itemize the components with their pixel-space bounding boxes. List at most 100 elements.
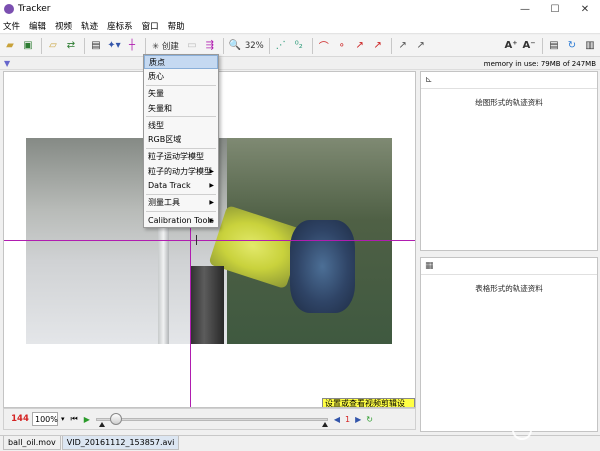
toolbar-divider: [542, 37, 543, 54]
menu-item-vector-sum[interactable]: 矢量和: [144, 101, 218, 115]
refresh-icon[interactable]: ↻: [564, 37, 580, 55]
zoom-field[interactable]: 100%: [32, 412, 58, 426]
menu-item-point-mass[interactable]: 质点: [144, 55, 218, 70]
menu-item-label: Calibration Tools: [148, 215, 214, 225]
menu-file[interactable]: 文件: [3, 20, 20, 32]
minimize-button[interactable]: —: [510, 0, 540, 18]
zoom-level[interactable]: 32%: [245, 37, 264, 55]
loop-icon[interactable]: ↻: [366, 415, 373, 424]
coordinate-axis-x[interactable]: [4, 240, 415, 241]
create-menu: 质点 质心 矢量 矢量和 线型 RGB区域 粒子运动学模型 粒子的动力学模型 ▶ …: [143, 54, 219, 229]
toolbar-divider: [84, 37, 85, 54]
plot-icon[interactable]: ⊾: [425, 75, 433, 85]
table-message: 表格形式的轨迹资料: [475, 284, 543, 293]
menu-separator: [146, 193, 216, 195]
end-marker[interactable]: [321, 422, 328, 427]
menu-item-label: Data Track: [148, 181, 191, 191]
step-back-button[interactable]: ◀: [334, 415, 340, 424]
filter-icon[interactable]: ▼: [4, 59, 10, 68]
menu-edit[interactable]: 编辑: [29, 20, 46, 32]
tracker-app-icon: [4, 4, 14, 14]
menu-help[interactable]: 帮助: [168, 20, 185, 32]
menu-item-calibration-tools[interactable]: Calibration Tools ▶: [144, 213, 218, 227]
player-bar: 144 100% ▾ ⏮ ▶ ◀ 1 ▶ ↻: [3, 408, 416, 430]
zoom-icon[interactable]: 🔍: [227, 37, 243, 55]
toolbar-divider: [41, 37, 42, 54]
labels-icon[interactable]: ⁰₂: [291, 37, 307, 55]
window-title: Tracker: [18, 4, 51, 14]
tab-ball-oil[interactable]: ball_oil.mov: [3, 436, 61, 450]
toolbar-divider: [145, 37, 146, 54]
plot-message: 绘图形式的轨迹资料: [475, 98, 543, 107]
submenu-arrow-icon: ▶: [209, 167, 214, 175]
menu-separator: [146, 84, 216, 86]
font-larger-icon[interactable]: A⁺: [503, 37, 519, 55]
menu-track[interactable]: 轨迹: [81, 20, 98, 32]
acceleration-icon[interactable]: ↗: [370, 37, 386, 55]
menu-separator: [146, 147, 216, 149]
toolbar-divider: [222, 37, 224, 54]
window-controls: — ☐ ✕: [510, 0, 600, 18]
video-settings-icon[interactable]: ⇄: [63, 37, 79, 55]
frame-number[interactable]: 144: [8, 414, 32, 424]
desktop-icon[interactable]: ▥: [582, 37, 598, 55]
toolbar: ▰ ▣ ▱ ⇄ ▤ ✦▾ ┼ ✳ 创建 ▭ ⇶ 🔍 32% ⋰ ⁰₂ ⌒ ∘ ↗…: [0, 35, 600, 57]
plot-panel[interactable]: ⊾ 绘图形式的轨迹资料: [420, 71, 598, 251]
axis-tick: [196, 235, 197, 245]
menu-separator: [146, 210, 216, 212]
position-icon[interactable]: ∘: [334, 37, 350, 55]
menu-bar: 文件 编辑 视频 轨迹 座标系 窗口 帮助: [0, 18, 600, 34]
table-icon[interactable]: ▦: [425, 261, 434, 271]
clip-settings-icon[interactable]: ▤: [88, 37, 104, 55]
toolbar-divider: [390, 37, 392, 54]
submenu-arrow-icon: ▶: [209, 182, 214, 190]
memory-status: memory in use: 79MB of 247MB: [483, 59, 596, 68]
video-tabs: ball_oil.mov VID_20161112_153857.avi: [0, 435, 600, 451]
step-size[interactable]: 1: [345, 415, 350, 424]
calibration-icon[interactable]: ✦▾: [106, 37, 122, 55]
track-control-icon[interactable]: ▭: [184, 37, 200, 55]
save-icon[interactable]: ▣: [20, 37, 36, 55]
close-button[interactable]: ✕: [570, 0, 600, 18]
menu-item-rgb-region[interactable]: RGB区域: [144, 132, 218, 146]
stretch-accel-icon[interactable]: ↗: [413, 37, 429, 55]
table-panel[interactable]: ▦ 表格形式的轨迹资料: [420, 257, 598, 432]
submenu-arrow-icon: ▶: [209, 216, 214, 224]
menu-window[interactable]: 窗口: [142, 20, 159, 32]
menu-item-vector[interactable]: 矢量: [144, 87, 218, 101]
open-video-icon[interactable]: ▱: [45, 37, 61, 55]
autotracker-icon[interactable]: ⇶: [202, 37, 218, 55]
menu-item-dynamic-model[interactable]: 粒子的动力学模型 ▶: [144, 164, 218, 178]
velocity-icon[interactable]: ↗: [352, 37, 368, 55]
table-header: ▦: [421, 258, 597, 275]
maximize-button[interactable]: ☐: [540, 0, 570, 18]
play-icon[interactable]: ▶: [84, 415, 90, 424]
menu-coords[interactable]: 座标系: [107, 20, 133, 32]
start-marker[interactable]: [98, 422, 105, 427]
path-icon[interactable]: ⌒: [316, 37, 332, 55]
menu-item-kinematic-model[interactable]: 粒子运动学模型: [144, 150, 218, 164]
toolbar-divider: [268, 37, 270, 54]
slider-knob[interactable]: [109, 413, 122, 425]
axes-icon[interactable]: ┼: [124, 37, 140, 55]
menu-item-data-track[interactable]: Data Track ▶: [144, 178, 218, 192]
zoom-dropdown-icon[interactable]: ▾: [61, 415, 65, 423]
stretch-velocity-icon[interactable]: ↗: [395, 37, 411, 55]
step-back-icon[interactable]: ⏮: [71, 414, 78, 424]
tab-vid[interactable]: VID_20161112_153857.avi: [61, 436, 180, 450]
trail-icon[interactable]: ⋰: [273, 37, 289, 55]
menu-video[interactable]: 视频: [55, 20, 72, 32]
frame-slider[interactable]: [95, 412, 328, 427]
menu-item-line-profile[interactable]: 线型: [144, 118, 218, 132]
font-smaller-icon[interactable]: A⁻: [521, 37, 537, 55]
video-clip-tooltip: 设置或查看视频剪辑设置: [322, 398, 415, 407]
title-bar: Tracker — ☐ ✕: [0, 0, 600, 18]
status-row: ▼ memory in use: 79MB of 247MB: [0, 58, 600, 70]
notes-icon[interactable]: ▤: [546, 37, 562, 55]
plot-header: ⊾: [421, 72, 597, 89]
menu-item-center-of-mass[interactable]: 质心: [144, 69, 218, 83]
open-file-icon[interactable]: ▰: [2, 37, 18, 55]
menu-item-measuring-tools[interactable]: 测量工具 ▶: [144, 196, 218, 210]
create-button[interactable]: ✳ 创建: [149, 37, 182, 55]
step-forward-button[interactable]: ▶: [355, 415, 361, 424]
